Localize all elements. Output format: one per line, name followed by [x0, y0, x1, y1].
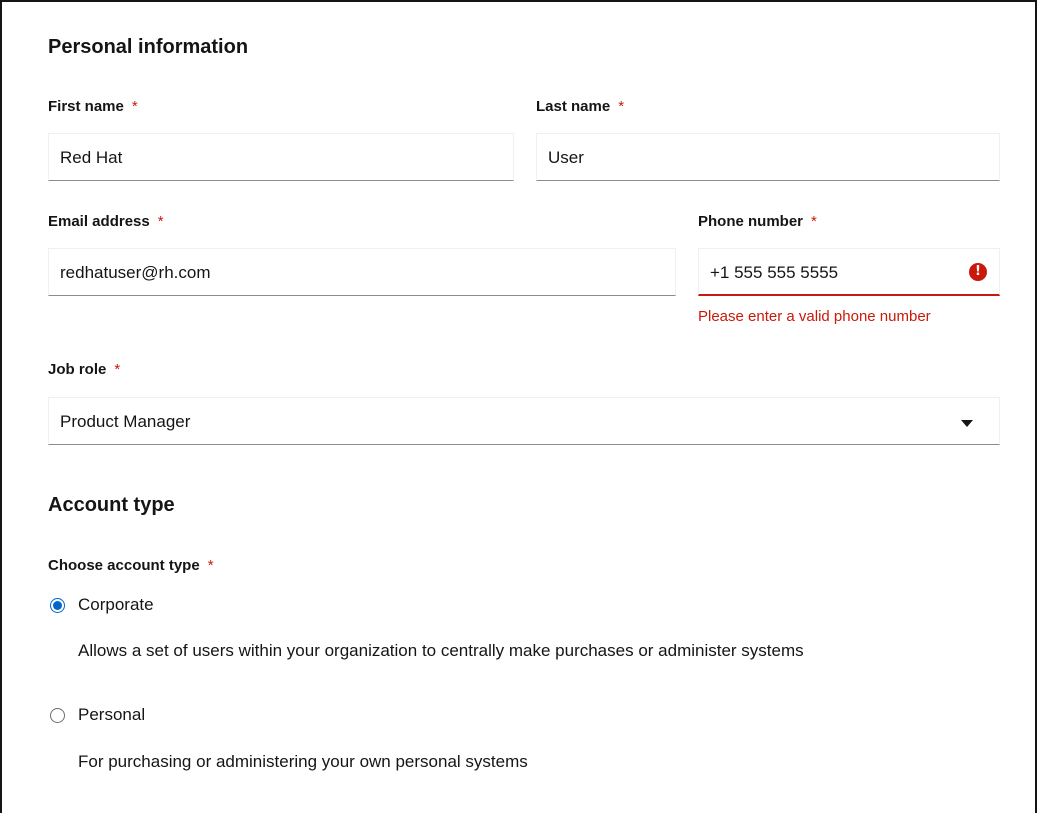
phone-value: +1 555 555 5555 [710, 263, 839, 282]
phone-error-message: Please enter a valid phone number [698, 308, 931, 325]
required-asterisk: * [157, 213, 164, 230]
required-asterisk: * [207, 557, 214, 574]
personal-description: For purchasing or administering your own… [78, 752, 528, 771]
personal-information-heading: Personal information [48, 36, 249, 58]
choose-account-type-text: Choose account type [48, 557, 200, 574]
required-asterisk: * [811, 213, 817, 230]
job-role-value: Product Manager [60, 412, 191, 431]
corporate-radio-label[interactable]: Corporate [78, 595, 154, 615]
last-name-input[interactable]: User [536, 133, 1000, 181]
choose-account-type-label: Choose account type * [48, 557, 214, 574]
first-name-label: First name * [48, 98, 138, 115]
phone-label: Phone number * [698, 213, 817, 230]
required-asterisk: * [618, 98, 625, 115]
first-name-label-text: First name [48, 98, 124, 115]
personal-radio[interactable] [50, 708, 65, 723]
phone-label-text: Phone number [698, 213, 804, 230]
corporate-radio[interactable] [50, 598, 65, 613]
email-label: Email address * [48, 213, 164, 230]
caret-down-icon [961, 420, 973, 427]
job-role-label-text: Job role [48, 361, 107, 378]
last-name-value: User [548, 148, 584, 167]
account-type-heading: Account type [48, 494, 175, 516]
first-name-input[interactable]: Red Hat [48, 133, 514, 181]
first-name-value: Red Hat [60, 148, 123, 167]
personal-radio-label[interactable]: Personal [78, 705, 145, 725]
required-asterisk: * [114, 361, 121, 378]
last-name-label: Last name * [536, 98, 624, 115]
corporate-description: Allows a set of users within your organi… [78, 641, 804, 660]
required-asterisk: * [131, 98, 138, 115]
job-role-label: Job role * [48, 361, 120, 378]
job-role-select[interactable]: Product Manager [48, 397, 1000, 445]
email-value: redhatuser@rh.com [60, 263, 211, 282]
email-input[interactable]: redhatuser@rh.com [48, 248, 676, 296]
exclamation-circle-icon: ! [969, 263, 987, 281]
email-label-text: Email address [48, 213, 150, 230]
phone-input[interactable]: +1 555 555 5555 ! [698, 248, 1000, 296]
last-name-label-text: Last name [536, 98, 611, 115]
